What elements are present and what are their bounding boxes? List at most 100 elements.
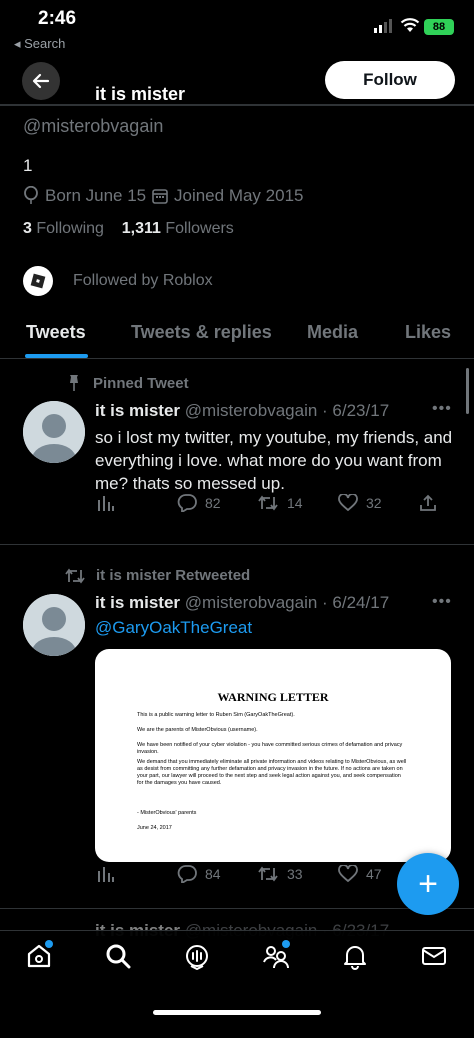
retweet-icon [258,866,278,882]
home-indicator [153,1010,321,1015]
share-button[interactable] [419,494,437,512]
reply-button[interactable]: 82 [177,494,221,512]
spaces-microphone-icon [186,945,208,970]
tweet-divider [0,544,474,545]
follow-stats: 3 Following 1,311 Followers [23,220,234,238]
letter-paragraph: We are the parents of MisterObvious (use… [137,727,258,733]
share-icon [420,494,436,511]
followed-by-row[interactable]: Followed by Roblox [23,266,213,296]
retweet-button[interactable]: 14 [257,495,303,511]
nav-home[interactable] [23,940,55,972]
profile-handle: @misterobvagain [23,116,164,136]
back-to-search-link[interactable]: ◂ Search [14,36,65,52]
tab-tweets[interactable]: Tweets [26,322,86,343]
wifi-icon [400,18,420,32]
tweet-header: it is mister @misterobvagain · 6/24/17 [95,593,389,613]
following-label: Following [36,220,104,237]
analytics-icon [98,496,114,511]
letter-signature: - MisterObvious' parents [137,810,197,816]
heart-icon [338,494,358,512]
tweet-image-warning-letter[interactable]: WARNING LETTER This is a public warning … [95,649,451,862]
pinned-tweet-label: Pinned Tweet [65,374,189,392]
like-count: 47 [366,866,382,882]
joined-info: Joined May 2015 [152,186,303,206]
bell-icon [344,946,366,970]
nav-search[interactable] [102,940,134,972]
nav-messages[interactable] [418,940,450,972]
arrow-left-icon [32,73,50,89]
heart-icon [338,865,358,883]
followers-label: Followers [165,220,234,237]
birthday-info: Born June 15 [23,186,146,206]
retweet-icon [65,568,85,583]
default-avatar-icon [23,401,85,463]
cellular-signal-icon [374,19,392,33]
battery-indicator: 88 [424,19,454,35]
nav-communities[interactable] [260,940,292,972]
tab-tweets-replies[interactable]: Tweets & replies [131,322,272,343]
mention-link[interactable]: @GaryOakTheGreat [95,618,252,638]
tweet-handle-date: @misterobvagain · 6/24/17 [184,593,390,612]
reply-icon [177,494,197,512]
follow-button[interactable]: Follow [325,61,455,99]
bottom-navigation [0,930,474,1038]
reply-count: 84 [205,866,221,882]
default-avatar-icon [23,594,85,656]
tweet-author-name[interactable]: it is mister [95,593,180,612]
header-profile-name: it is mister [95,84,186,104]
tab-media[interactable]: Media [307,322,358,343]
notification-dot [282,940,290,948]
followers-link[interactable]: 1,311 Followers [122,220,234,237]
reply-count: 82 [205,495,221,511]
avatar[interactable] [23,401,85,463]
header-divider [0,104,474,106]
back-button[interactable] [22,62,60,100]
retweeted-text: it is mister Retweeted [96,567,251,584]
like-button[interactable]: 32 [338,494,382,512]
more-options-icon[interactable]: ••• [432,400,452,418]
mail-icon [422,947,446,965]
scrollbar[interactable] [466,368,469,414]
tweet-text: so i lost my twitter, my youtube, my fri… [95,428,453,493]
active-tab-indicator [25,354,88,358]
analytics-button[interactable] [97,494,115,512]
reply-icon [177,865,197,883]
nav-notifications[interactable] [339,940,371,972]
followed-by-text: Followed by Roblox [73,272,213,289]
tab-likes[interactable]: Likes [405,322,451,343]
balloon-icon [24,186,38,204]
nav-spaces[interactable] [181,940,213,972]
like-count: 32 [366,495,382,511]
compose-tweet-button[interactable]: + [397,853,459,915]
letter-title: WARNING LETTER [217,690,329,704]
tweet-author-name[interactable]: it is mister [95,401,180,420]
tweet-divider [0,908,474,909]
retweet-icon [258,495,278,511]
reply-button[interactable]: 84 [177,865,221,883]
status-time: 2:46 [38,8,77,29]
letter-date: June 24, 2017 [137,825,172,831]
joined-date: Joined May 2015 [174,186,304,205]
notification-dot [45,940,53,948]
followers-count: 1,311 [121,220,161,237]
pinned-tweet-text: Pinned Tweet [93,374,189,392]
retweeted-label: it is mister Retweeted [64,567,250,584]
calendar-icon [152,189,168,204]
letter-paragraph: We demand that you immediately eliminate… [137,759,407,786]
following-link[interactable]: 3 Following [23,220,104,237]
more-options-icon[interactable]: ••• [432,593,452,611]
retweet-button[interactable]: 33 [257,866,303,882]
retweet-count: 33 [287,866,303,882]
status-bar: 2:46 ◂ Search 88 [0,0,474,60]
analytics-button[interactable] [97,865,115,883]
letter-paragraph: We have been notified of your cyber viol… [137,742,403,755]
pin-icon [70,375,78,391]
avatar[interactable] [23,594,85,656]
search-icon [106,944,131,969]
tweet-handle-date: @misterobvagain · 6/23/17 [184,401,390,420]
analytics-icon [98,867,114,882]
roblox-logo-icon [30,273,46,289]
like-button[interactable]: 47 [338,865,382,883]
tweet-header: it is mister @misterobvagain · 6/23/17 [95,401,389,421]
retweet-count: 14 [287,495,303,511]
